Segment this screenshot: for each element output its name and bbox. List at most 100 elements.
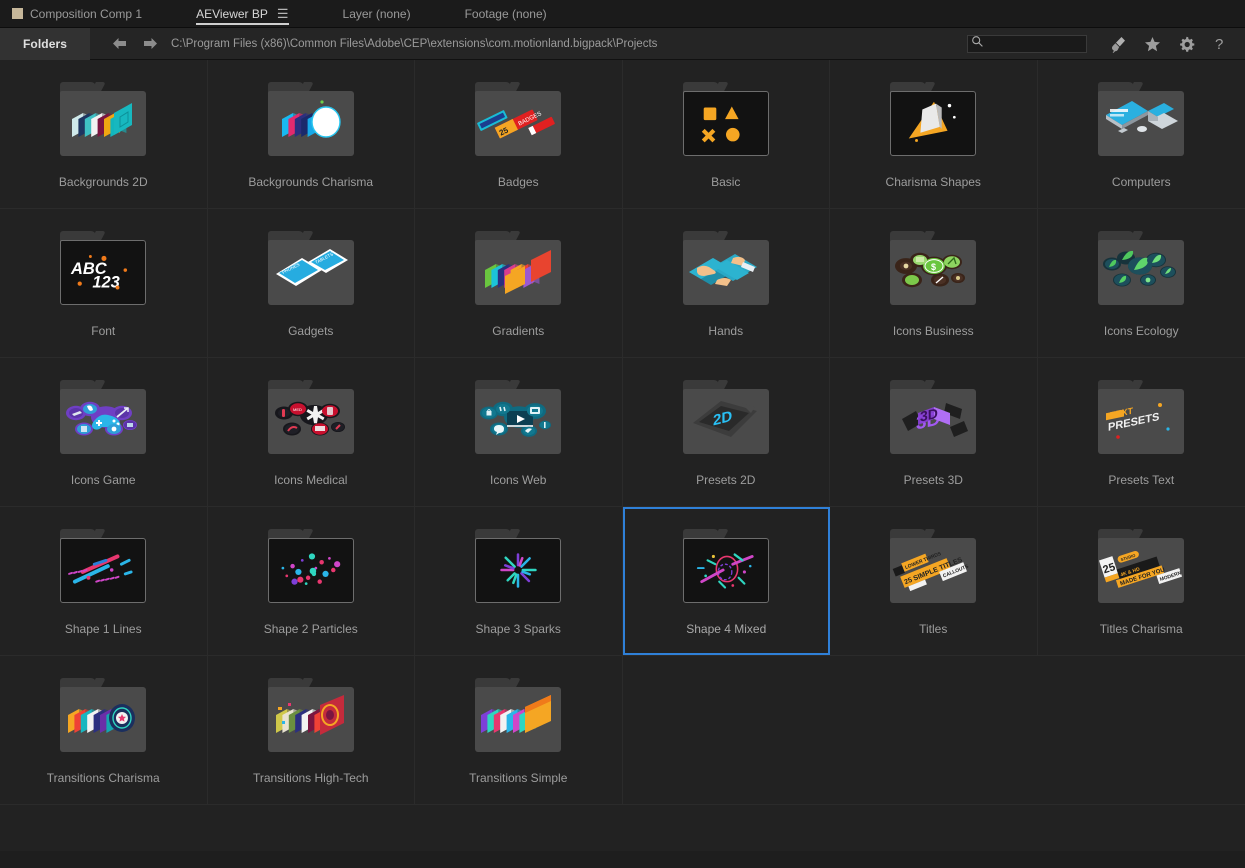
folder-item-titles[interactable]: LOWER THIRDS 25 SIMPLE TITLES CALLOUTS Titl… bbox=[830, 507, 1038, 655]
folder-item-basic[interactable]: Basic bbox=[623, 60, 830, 208]
folder-icon bbox=[60, 380, 147, 454]
folder-thumbnail-hands bbox=[682, 240, 769, 305]
folder-item-shape-4-mixed[interactable]: Shape 4 Mixed bbox=[622, 507, 830, 655]
tab-label: Footage (none) bbox=[464, 6, 547, 21]
flash-icon[interactable] bbox=[1101, 28, 1135, 60]
folder-item-label: Icons Web bbox=[490, 473, 547, 487]
folder-item-backgrounds-2d[interactable]: Backgrounds 2D bbox=[0, 60, 208, 208]
folder-item-titles-charisma[interactable]: 25 STUDIO 4K & HD MADE FOR YOU MODERN Titles … bbox=[1038, 507, 1245, 655]
folder-item-label: Transitions High-Tech bbox=[252, 771, 369, 785]
folder-item-label: Font bbox=[91, 324, 116, 338]
folder-item-presets-3d[interactable]: 3D 3D Presets 3D bbox=[830, 358, 1038, 506]
folder-icon: 25 STUDIO 4K & HD MADE FOR YOU MODERN bbox=[1098, 529, 1185, 603]
tab-layer-none[interactable]: Layer (none) bbox=[329, 0, 425, 27]
folder-icon: 2D bbox=[682, 380, 769, 454]
folder-thumbnail-titlesch: 25 STUDIO 4K & HD MADE FOR YOU MODERN bbox=[1098, 538, 1185, 603]
search-input[interactable] bbox=[984, 38, 1080, 50]
tab-label: Layer (none) bbox=[342, 6, 411, 21]
folder-item-shape-3-sparks[interactable]: Shape 3 Sparks bbox=[415, 507, 623, 655]
folders-button[interactable]: Folders bbox=[0, 27, 90, 60]
folder-thumbnail-bg2d bbox=[60, 91, 147, 156]
folder-item-icons-ecology[interactable]: Icons Ecology bbox=[1038, 209, 1245, 357]
search-field[interactable] bbox=[967, 35, 1087, 53]
help-icon[interactable]: ? bbox=[1203, 28, 1237, 60]
folder-item-presets-2d[interactable]: 2D Presets 2D bbox=[623, 358, 830, 506]
folder-item-gradients[interactable]: Gradients bbox=[415, 209, 623, 357]
folder-item-transitions-simple[interactable]: Transitions Simple bbox=[415, 656, 623, 804]
folder-item-presets-text[interactable]: TEXTPRESETS Presets Text bbox=[1038, 358, 1245, 506]
folder-thumbnail-presets2d: 2D bbox=[682, 389, 769, 454]
folder-item-label: Gadgets bbox=[288, 324, 334, 338]
folder-grid-row: Icons Game MED Icons Medical Icons Web 2D Pre… bbox=[0, 358, 1245, 507]
folder-item-label: Transitions Charisma bbox=[46, 771, 160, 785]
svg-text:STUDIO: STUDIO bbox=[1120, 553, 1136, 562]
panel-tab-bar: Composition Comp 1 AEViewer BP ☰ Layer (non… bbox=[0, 0, 1245, 28]
tab-aeviewer-bp[interactable]: AEViewer BP ☰ bbox=[182, 0, 302, 27]
folder-icon bbox=[682, 82, 769, 156]
folder-thumbnail-presets3d: 3D 3D bbox=[890, 389, 977, 454]
folder-item-computers[interactable]: Computers bbox=[1038, 60, 1245, 208]
gear-icon[interactable] bbox=[1169, 28, 1203, 60]
tab-label: AEViewer BP bbox=[196, 6, 268, 21]
navigation-toolbar: Folders C:\Program Files (x86)\Common Fi… bbox=[0, 27, 1245, 60]
tab-composition-comp-1[interactable]: Composition Comp 1 bbox=[0, 0, 156, 27]
folder-thumbnail-transsimple bbox=[475, 687, 562, 752]
folder-icon: 3D 3D bbox=[890, 380, 977, 454]
folder-item-backgrounds-charisma[interactable]: Backgrounds Charisma bbox=[208, 60, 415, 208]
folder-grid-row: ABC 123 Font PHONES TABLETS Gadgets Grad… bbox=[0, 209, 1245, 358]
folder-item-shape-1-lines[interactable]: Shape 1 Lines bbox=[0, 507, 208, 655]
folder-item-label: Backgrounds 2D bbox=[58, 175, 148, 189]
folder-icon bbox=[60, 678, 147, 752]
arrow-right-icon[interactable] bbox=[143, 37, 158, 50]
folder-item-label: Gradients bbox=[492, 324, 545, 338]
folder-cell-empty bbox=[1038, 656, 1245, 804]
svg-text:$: $ bbox=[931, 262, 936, 272]
folder-item-label: Icons Ecology bbox=[1103, 324, 1179, 338]
folder-thumbnail-badges: 25 BADGES bbox=[475, 91, 562, 156]
folder-item-label: Computers bbox=[1111, 175, 1171, 189]
folder-item-transitions-high-tech[interactable]: Transitions High-Tech bbox=[208, 656, 415, 804]
folder-item-hands[interactable]: Hands bbox=[623, 209, 830, 357]
folder-icon bbox=[267, 82, 354, 156]
folder-item-gadgets[interactable]: PHONES TABLETS Gadgets bbox=[208, 209, 415, 357]
folder-item-charisma-shapes[interactable]: Charisma Shapes bbox=[830, 60, 1038, 208]
folder-item-transitions-charisma[interactable]: Transitions Charisma bbox=[0, 656, 208, 804]
folder-item-icons-web[interactable]: Icons Web bbox=[415, 358, 623, 506]
composition-color-swatch bbox=[12, 8, 23, 19]
folder-item-label: Shape 1 Lines bbox=[64, 622, 142, 636]
folder-icon: LOWER THIRDS 25 SIMPLE TITLES CALLOUTS bbox=[890, 529, 977, 603]
folder-item-label: Charisma Shapes bbox=[885, 175, 981, 189]
folder-thumbnail-titles: LOWER THIRDS 25 SIMPLE TITLES CALLOUTS bbox=[890, 538, 977, 603]
panel-menu-icon[interactable]: ☰ bbox=[277, 7, 289, 20]
folder-item-label: Basic bbox=[711, 175, 741, 189]
folder-item-icons-medical[interactable]: MED Icons Medical bbox=[208, 358, 415, 506]
folder-thumbnail-gradients bbox=[475, 240, 562, 305]
svg-text:123: 123 bbox=[93, 274, 120, 292]
folder-icon bbox=[267, 529, 354, 603]
folder-icon bbox=[60, 82, 147, 156]
folder-item-label: Badges bbox=[497, 175, 539, 189]
folder-item-badges[interactable]: 25 BADGES Badges bbox=[415, 60, 623, 208]
folder-icon bbox=[683, 529, 770, 603]
folder-item-icons-business[interactable]: $ Icons Business bbox=[830, 209, 1038, 357]
folder-item-font[interactable]: ABC 123 Font bbox=[0, 209, 208, 357]
search-icon bbox=[971, 35, 984, 53]
folder-icon: ABC 123 bbox=[60, 231, 147, 305]
star-icon[interactable] bbox=[1135, 28, 1169, 60]
folder-thumbnail-transhigh bbox=[267, 687, 354, 752]
tab-label: Composition Comp 1 bbox=[30, 6, 143, 21]
folder-cell-empty bbox=[623, 656, 831, 804]
folder-item-label: Titles bbox=[919, 622, 948, 636]
folder-item-icons-game[interactable]: Icons Game bbox=[0, 358, 208, 506]
folder-thumbnail-basic bbox=[682, 91, 769, 156]
breadcrumb-path: C:\Program Files (x86)\Common Files\Adob… bbox=[171, 37, 658, 50]
folder-icon bbox=[475, 678, 562, 752]
folder-thumbnail-computers bbox=[1098, 91, 1185, 156]
folder-grid-row: Transitions Charisma Transitions High-Te… bbox=[0, 656, 1245, 805]
folder-item-label: Presets Text bbox=[1108, 473, 1175, 487]
folder-item-label: Shape 3 Sparks bbox=[475, 622, 561, 636]
tab-footage-none[interactable]: Footage (none) bbox=[451, 0, 561, 27]
arrow-left-icon[interactable] bbox=[112, 37, 127, 50]
folder-icon bbox=[475, 231, 562, 305]
folder-item-shape-2-particles[interactable]: Shape 2 Particles bbox=[208, 507, 415, 655]
